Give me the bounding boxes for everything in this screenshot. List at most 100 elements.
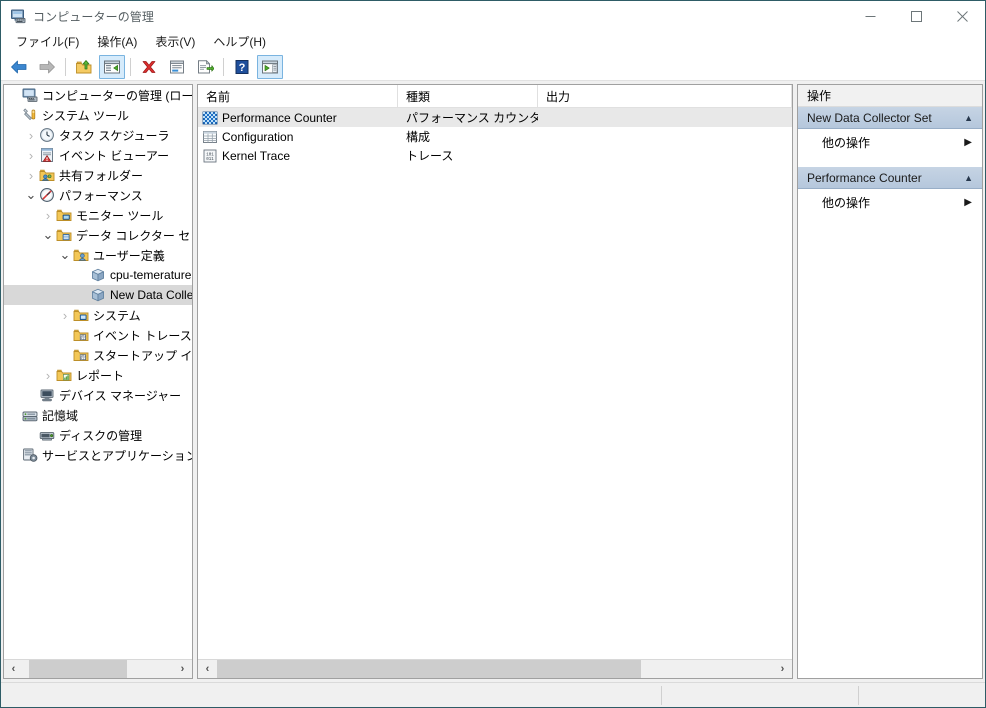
tree-expander-expand-icon[interactable]: › <box>23 127 39 143</box>
tree-item-system[interactable]: ›undefined システム <box>4 305 192 325</box>
actions-section-new-data-collector-set[interactable]: New Data Collector Set ▲ <box>798 107 982 129</box>
maximize-button[interactable] <box>893 1 939 31</box>
content-area: コンピューターの管理 (ローカル)システム ツール›タスク スケジューラ›イベン… <box>1 82 985 683</box>
tree-item-label: デバイス マネージャー <box>59 388 182 403</box>
console-tree[interactable]: コンピューターの管理 (ローカル)システム ツール›タスク スケジューラ›イベン… <box>4 85 192 658</box>
tree-expander-placeholder <box>23 387 39 403</box>
action-more-actions-set[interactable]: 他の操作 ▶ <box>798 129 982 155</box>
data-collector-icon <box>90 267 106 283</box>
tree-horizontal-scrollbar[interactable]: ‹ › <box>4 659 192 678</box>
storage-icon <box>22 407 38 423</box>
tree-scroll-thumb[interactable] <box>29 660 127 678</box>
close-button[interactable] <box>939 1 985 31</box>
actions-section-performance-counter[interactable]: Performance Counter ▲ <box>798 167 982 189</box>
tree-item-label: データ コレクター セット <box>76 228 192 243</box>
configuration-icon <box>202 129 218 145</box>
column-header-label: 出力 <box>546 90 571 104</box>
folder-system-icon: undefined <box>73 307 89 323</box>
export-list-button[interactable] <box>192 55 218 79</box>
tree-item-device-manager[interactable]: デバイス マネージャー <box>4 385 192 405</box>
toolbar-separator <box>65 57 66 76</box>
folder-trace-icon: undefined101011 <box>73 327 89 343</box>
column-header-name[interactable]: 名前 <box>198 85 398 108</box>
tree-scroll-right-button[interactable]: › <box>173 660 192 678</box>
computer-management-icon <box>10 8 26 24</box>
show-action-pane-button[interactable] <box>257 54 283 79</box>
tree-item-performance[interactable]: ⌄ パフォーマンス <box>4 185 192 205</box>
svg-text:011: 011 <box>80 358 86 362</box>
window-title: コンピューターの管理 <box>33 9 155 24</box>
list-scroll-left-button[interactable]: ‹ <box>198 660 217 678</box>
delete-button[interactable] <box>136 55 162 79</box>
table-cell-name-label: Kernel Trace <box>222 148 291 163</box>
back-button[interactable] <box>6 55 32 79</box>
column-header-type[interactable]: 種類 <box>398 85 538 108</box>
list-scroll-right-button[interactable]: › <box>773 660 792 678</box>
tree-item-data-collector-sets[interactable]: ⌄undefined データ コレクター セット <box>4 225 192 245</box>
list-view-pane: 名前 種類 出力 Performance Counter パフォーマンス カウンター C… <box>197 84 793 679</box>
list-view-rows[interactable]: Performance Counter パフォーマンス カウンター Configur… <box>198 108 792 165</box>
column-header-output[interactable]: 出力 <box>538 85 792 108</box>
action-more-actions-counter[interactable]: 他の操作 ▶ <box>798 189 982 215</box>
properties-icon <box>170 60 184 73</box>
tree-item-storage[interactable]: 記憶域 <box>4 405 192 425</box>
tree-item-shared-folders[interactable]: ›undefined 共有フォルダー <box>4 165 192 185</box>
tree-expander-collapse-icon[interactable]: ⌄ <box>57 247 73 263</box>
properties-button[interactable] <box>164 55 190 79</box>
status-cell-2 <box>662 683 858 707</box>
tree-expander-expand-icon[interactable]: › <box>23 147 39 163</box>
help-button[interactable]: ? <box>229 55 255 79</box>
chevron-up-icon[interactable]: ▲ <box>964 113 973 123</box>
forward-button[interactable] <box>34 55 60 79</box>
table-cell-output <box>538 127 792 146</box>
tree-item-reports[interactable]: ›undefined レポート <box>4 365 192 385</box>
list-scroll-track[interactable] <box>217 660 773 678</box>
action-pane-icon <box>262 60 278 73</box>
list-horizontal-scrollbar[interactable]: ‹ › <box>198 659 792 678</box>
tree-item-task-scheduler[interactable]: › タスク スケジューラ <box>4 125 192 145</box>
table-cell-output <box>538 146 792 165</box>
folder-report-icon: undefined <box>56 367 72 383</box>
tree-item-cpu-temerature[interactable]: cpu-temerature <box>4 265 192 285</box>
up-one-level-button[interactable] <box>71 55 97 79</box>
menu-help[interactable]: ヘルプ(H) <box>204 31 275 53</box>
list-scroll-thumb[interactable] <box>217 660 641 678</box>
chevron-up-icon[interactable]: ▲ <box>964 173 973 183</box>
tree-expander-expand-icon[interactable]: › <box>40 367 56 383</box>
menu-view[interactable]: 表示(V) <box>146 31 204 53</box>
tree-item-new-data-collector-set[interactable]: New Data Collector Set <box>4 285 192 305</box>
menu-action[interactable]: 操作(A) <box>88 31 146 53</box>
menu-file[interactable]: ファイル(F) <box>7 31 88 53</box>
minimize-button[interactable] <box>847 1 893 31</box>
tree-item-user-defined[interactable]: ⌄undefined ユーザー定義 <box>4 245 192 265</box>
tree-item-computer-management[interactable]: コンピューターの管理 (ローカル) <box>4 85 192 105</box>
tree-item-startup-event-trace-sessions[interactable]: undefined101011 スタートアップ イベント トレース セッション <box>4 345 192 365</box>
folder-trace-icon: undefined101011 <box>73 347 89 363</box>
tree-expander-expand-icon[interactable]: › <box>57 307 73 323</box>
tree-scroll-left-button[interactable]: ‹ <box>4 660 23 678</box>
folder-data-icon: undefined <box>56 227 72 243</box>
tree-expander-expand-icon[interactable]: › <box>23 167 39 183</box>
table-row[interactable]: 101 011 Kernel Trace トレース <box>198 146 792 165</box>
tree-item-event-viewer[interactable]: › イベント ビューアー <box>4 145 192 165</box>
tree-item-event-trace-sessions[interactable]: undefined101011 イベント トレース セッション <box>4 325 192 345</box>
data-collector-icon <box>90 287 106 303</box>
tree-scroll-track[interactable] <box>23 660 173 678</box>
tree-item-label: スタートアップ イベント トレース セッション <box>93 348 192 363</box>
chevron-right-icon: ▶ <box>964 196 972 208</box>
tree-expander-expand-icon[interactable]: › <box>40 207 56 223</box>
table-row[interactable]: Performance Counter パフォーマンス カウンター <box>198 108 792 127</box>
toolbar-separator <box>223 57 224 76</box>
computer-management-window: コンピューターの管理 ファイル(F) 操作(A) 表示(V) ヘルプ(H) ? … <box>0 0 986 708</box>
tree-expander-collapse-icon[interactable]: ⌄ <box>23 187 39 203</box>
table-row[interactable]: Configuration 構成 <box>198 127 792 146</box>
tree-item-services-and-applications[interactable]: サービスとアプリケーション <box>4 445 192 465</box>
tree-item-monitoring-tools[interactable]: ›undefined モニター ツール <box>4 205 192 225</box>
show-hide-console-tree-button[interactable] <box>99 54 125 79</box>
tree-item-disk-management[interactable]: ディスクの管理 <box>4 425 192 445</box>
tree-expander-collapse-icon[interactable]: ⌄ <box>40 227 56 243</box>
tree-item-system-tools[interactable]: システム ツール <box>4 105 192 125</box>
tree-item-label: イベント ビューアー <box>59 148 170 163</box>
tree-item-label: サービスとアプリケーション <box>42 448 192 463</box>
table-cell-type: トレース <box>406 149 454 163</box>
